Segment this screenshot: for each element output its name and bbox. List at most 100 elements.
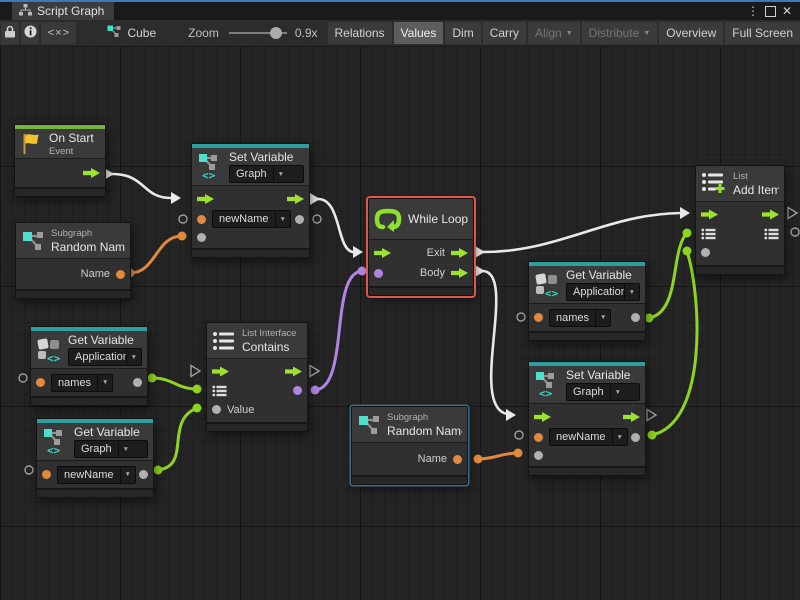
list-port-icon[interactable] xyxy=(212,385,227,397)
flow-port[interactable] xyxy=(623,412,640,423)
chevron-down-icon: ▼ xyxy=(566,30,573,37)
node-set-variable-graph-2[interactable]: <>Set VariableGraph▼newName▼ xyxy=(528,361,646,476)
scope-dropdown[interactable]: Graph▼ xyxy=(229,165,304,183)
node-title: Set Variable xyxy=(566,368,640,382)
flow-port[interactable] xyxy=(451,248,468,259)
value-port-orange[interactable] xyxy=(36,378,45,387)
flow-port[interactable] xyxy=(287,194,304,205)
port-row xyxy=(696,224,784,243)
svg-text:<>: <> xyxy=(202,169,216,180)
toolbar-button-relations[interactable]: Relations xyxy=(328,22,392,44)
value-port-gray[interactable] xyxy=(295,215,304,224)
flow-port[interactable] xyxy=(197,194,214,205)
zoom-slider[interactable] xyxy=(229,26,287,40)
code-preview-button[interactable]: <×> xyxy=(41,22,76,44)
node-get-variable-application-left[interactable]: <>Get VariableApplication▼names▼ xyxy=(30,326,148,406)
value-port-orange[interactable] xyxy=(534,313,543,322)
flow-port[interactable] xyxy=(374,248,391,259)
node-list-interface-contains[interactable]: List InterfaceContainsValue xyxy=(206,322,308,432)
toolbar-button-dim[interactable]: Dim xyxy=(445,22,480,44)
toolbar-button-values[interactable]: Values xyxy=(394,22,444,44)
toolbar-button-align[interactable]: Align▼ xyxy=(528,22,580,44)
port-row: Name xyxy=(352,446,467,472)
variable-name-dropdown[interactable]: names▼ xyxy=(51,374,113,392)
port-row: newName▼ xyxy=(37,464,153,485)
value-port-gray[interactable] xyxy=(212,405,221,414)
scope-dropdown[interactable]: Graph▼ xyxy=(74,440,148,458)
flow-port[interactable] xyxy=(83,168,100,179)
value-port-orange[interactable] xyxy=(197,215,206,224)
dropdown-value: Graph xyxy=(75,443,118,455)
port-row: names▼ xyxy=(31,372,147,393)
flow-port[interactable] xyxy=(212,366,229,377)
view-buttons: Relations ValuesDimCarryAlign▼Distribute▼… xyxy=(328,22,800,44)
close-icon[interactable]: ✕ xyxy=(782,4,792,18)
node-get-variable-application-right[interactable]: <> Get VariableApplication▼ names▼ xyxy=(528,261,646,341)
info-icon xyxy=(24,25,37,41)
node-on-start-event[interactable]: On StartEvent xyxy=(14,124,106,197)
node-footer xyxy=(696,265,784,274)
toolbar-button-distribute[interactable]: Distribute▼ xyxy=(582,22,658,44)
variable-name-dropdown[interactable]: names▼ xyxy=(549,309,611,327)
value-port-gray[interactable] xyxy=(133,378,142,387)
port-row xyxy=(192,229,309,245)
flow-port[interactable] xyxy=(762,209,779,220)
node-footer xyxy=(15,187,105,196)
flow-port[interactable] xyxy=(534,412,551,423)
node-get-variable-graph[interactable]: <>Get VariableGraph▼newName▼ xyxy=(36,418,154,498)
toolbar-button-carry[interactable]: Carry xyxy=(483,22,526,44)
scope-dropdown[interactable]: Application▼ xyxy=(68,348,142,366)
variable-name-dropdown[interactable]: newName▼ xyxy=(212,210,291,228)
value-port-gray[interactable] xyxy=(701,248,710,257)
node-footer xyxy=(369,286,473,295)
chevron-down-icon: ▼ xyxy=(97,375,112,391)
node-subgraph-random-name-1[interactable]: SubgraphRandom NameName xyxy=(15,222,131,299)
node-while-loop[interactable]: While LoopExitBody xyxy=(368,198,474,296)
tab-script-graph[interactable]: Script Graph xyxy=(12,2,114,20)
port-row xyxy=(529,407,645,427)
zoom-slider-handle[interactable] xyxy=(270,27,282,39)
scope-dropdown[interactable]: Application▼ xyxy=(566,283,640,301)
flow-port[interactable] xyxy=(451,268,468,279)
breadcrumb[interactable]: Cube xyxy=(107,25,156,41)
inspect-button[interactable] xyxy=(21,22,39,44)
svg-text:<>: <> xyxy=(545,287,559,298)
node-title: Get Variable xyxy=(566,268,640,282)
lock-button[interactable] xyxy=(1,22,19,44)
port-row xyxy=(696,205,784,224)
chevron-down-icon: ▼ xyxy=(275,211,290,227)
toolbar-button-overview[interactable]: Overview xyxy=(659,22,723,44)
list-port-icon[interactable] xyxy=(701,228,716,240)
value-port-gray[interactable] xyxy=(139,470,148,479)
value-port-orange[interactable] xyxy=(453,455,462,464)
value-port-orange[interactable] xyxy=(42,470,51,479)
value-port-gray[interactable] xyxy=(534,451,543,460)
node-list-add-item[interactable]: ListAdd Item xyxy=(695,165,785,275)
variable-name-dropdown[interactable]: newName▼ xyxy=(57,466,136,484)
node-subtitle: Subgraph xyxy=(51,228,125,239)
value-port-orange[interactable] xyxy=(534,433,543,442)
menu-icon[interactable]: ⋮ xyxy=(747,4,759,18)
value-port-purple[interactable] xyxy=(293,386,302,395)
list-port-icon[interactable] xyxy=(764,228,779,240)
value-port-orange[interactable] xyxy=(116,270,125,279)
port-row: Value xyxy=(207,400,307,419)
flow-port[interactable] xyxy=(285,366,302,377)
variable-name-dropdown[interactable]: newName▼ xyxy=(549,428,628,446)
port-row: Exit xyxy=(369,243,473,263)
node-set-variable-graph-1[interactable]: <>Set VariableGraph▼newName▼ xyxy=(191,143,310,258)
toolbar-button-full-screen[interactable]: Full Screen xyxy=(725,22,800,44)
flow-port[interactable] xyxy=(701,209,718,220)
value-port-gray[interactable] xyxy=(631,313,640,322)
node-footer xyxy=(207,422,307,431)
scope-dropdown[interactable]: Graph▼ xyxy=(566,383,640,401)
value-port-gray[interactable] xyxy=(197,233,206,242)
maximize-icon[interactable] xyxy=(765,6,776,17)
toolbar: <×> Cube Zoom 0.9x RelationsValuesDimCar… xyxy=(0,20,800,47)
toolbar-button-label: Relations xyxy=(335,26,385,40)
graph-canvas[interactable] xyxy=(0,46,800,600)
node-subgraph-random-name-2[interactable]: SubgraphRandom NameName xyxy=(351,406,468,485)
svg-text:<>: <> xyxy=(47,352,61,363)
value-port-purple[interactable] xyxy=(374,269,383,278)
value-port-gray[interactable] xyxy=(631,433,640,442)
